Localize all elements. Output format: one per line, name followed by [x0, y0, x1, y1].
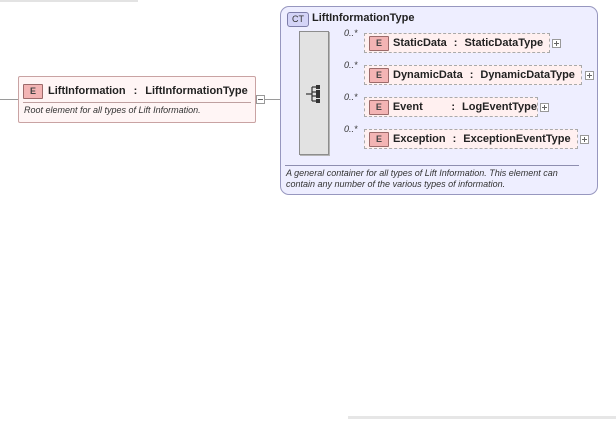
complex-type-divider — [285, 165, 579, 166]
expand-exception-icon[interactable] — [580, 135, 589, 144]
child-element-name: StaticData — [393, 37, 447, 49]
type-separator: : — [133, 85, 138, 97]
child-element-event[interactable]: E Event : LogEventType — [364, 97, 538, 117]
child-element-exception[interactable]: E Exception : ExceptionEventType — [364, 129, 578, 149]
element-badge: E — [369, 131, 389, 147]
root-element-description: Root element for all types of Lift Infor… — [24, 105, 201, 115]
complex-type-badge: CT — [287, 12, 309, 27]
type-separator: : — [469, 69, 474, 81]
child-element-dynamicdata[interactable]: E DynamicData : DynamicDataType — [364, 65, 582, 85]
sequence-compositor-icon — [306, 85, 320, 103]
expand-staticdata-icon[interactable] — [552, 39, 561, 48]
child-element-name: Exception — [393, 133, 446, 145]
element-badge: E — [369, 67, 389, 83]
element-badge: E — [23, 83, 43, 99]
element-badge: E — [369, 35, 389, 51]
child-element-name: Event — [392, 101, 423, 113]
child-element-staticdata[interactable]: E StaticData : StaticDataType — [364, 33, 550, 53]
child-element-type: LogEventType — [462, 101, 537, 113]
collapse-toggle-icon[interactable] — [256, 95, 265, 104]
type-separator: : — [451, 101, 456, 113]
top-divider — [0, 0, 138, 2]
child-element-name: DynamicData — [393, 69, 463, 81]
child-element-type: ExceptionEventType — [463, 133, 571, 145]
root-element-type: LiftInformationType — [145, 85, 248, 97]
root-element-box[interactable]: E LiftInformation : LiftInformationType … — [18, 76, 256, 123]
root-element-header: E LiftInformation : LiftInformationType — [23, 83, 248, 99]
child-multiplicity: 0..* — [344, 124, 358, 134]
bottom-divider — [348, 416, 616, 419]
type-separator: : — [452, 133, 457, 145]
child-multiplicity: 0..* — [344, 60, 358, 70]
complex-type-title: LiftInformationType — [312, 12, 415, 24]
connector-in — [0, 99, 18, 100]
child-multiplicity: 0..* — [344, 92, 358, 102]
complex-type-description: A general container for all types of Lif… — [286, 168, 558, 189]
element-badge: E — [369, 99, 389, 115]
expand-event-icon[interactable] — [540, 103, 549, 112]
child-element-type: StaticDataType — [464, 37, 544, 49]
root-element-divider — [23, 102, 251, 103]
child-multiplicity: 0..* — [344, 28, 358, 38]
type-separator: : — [453, 37, 458, 49]
expand-dynamicdata-icon[interactable] — [585, 71, 594, 80]
sequence-compositor[interactable] — [299, 31, 329, 155]
child-element-type: DynamicDataType — [480, 69, 575, 81]
root-element-name: LiftInformation — [48, 85, 126, 97]
